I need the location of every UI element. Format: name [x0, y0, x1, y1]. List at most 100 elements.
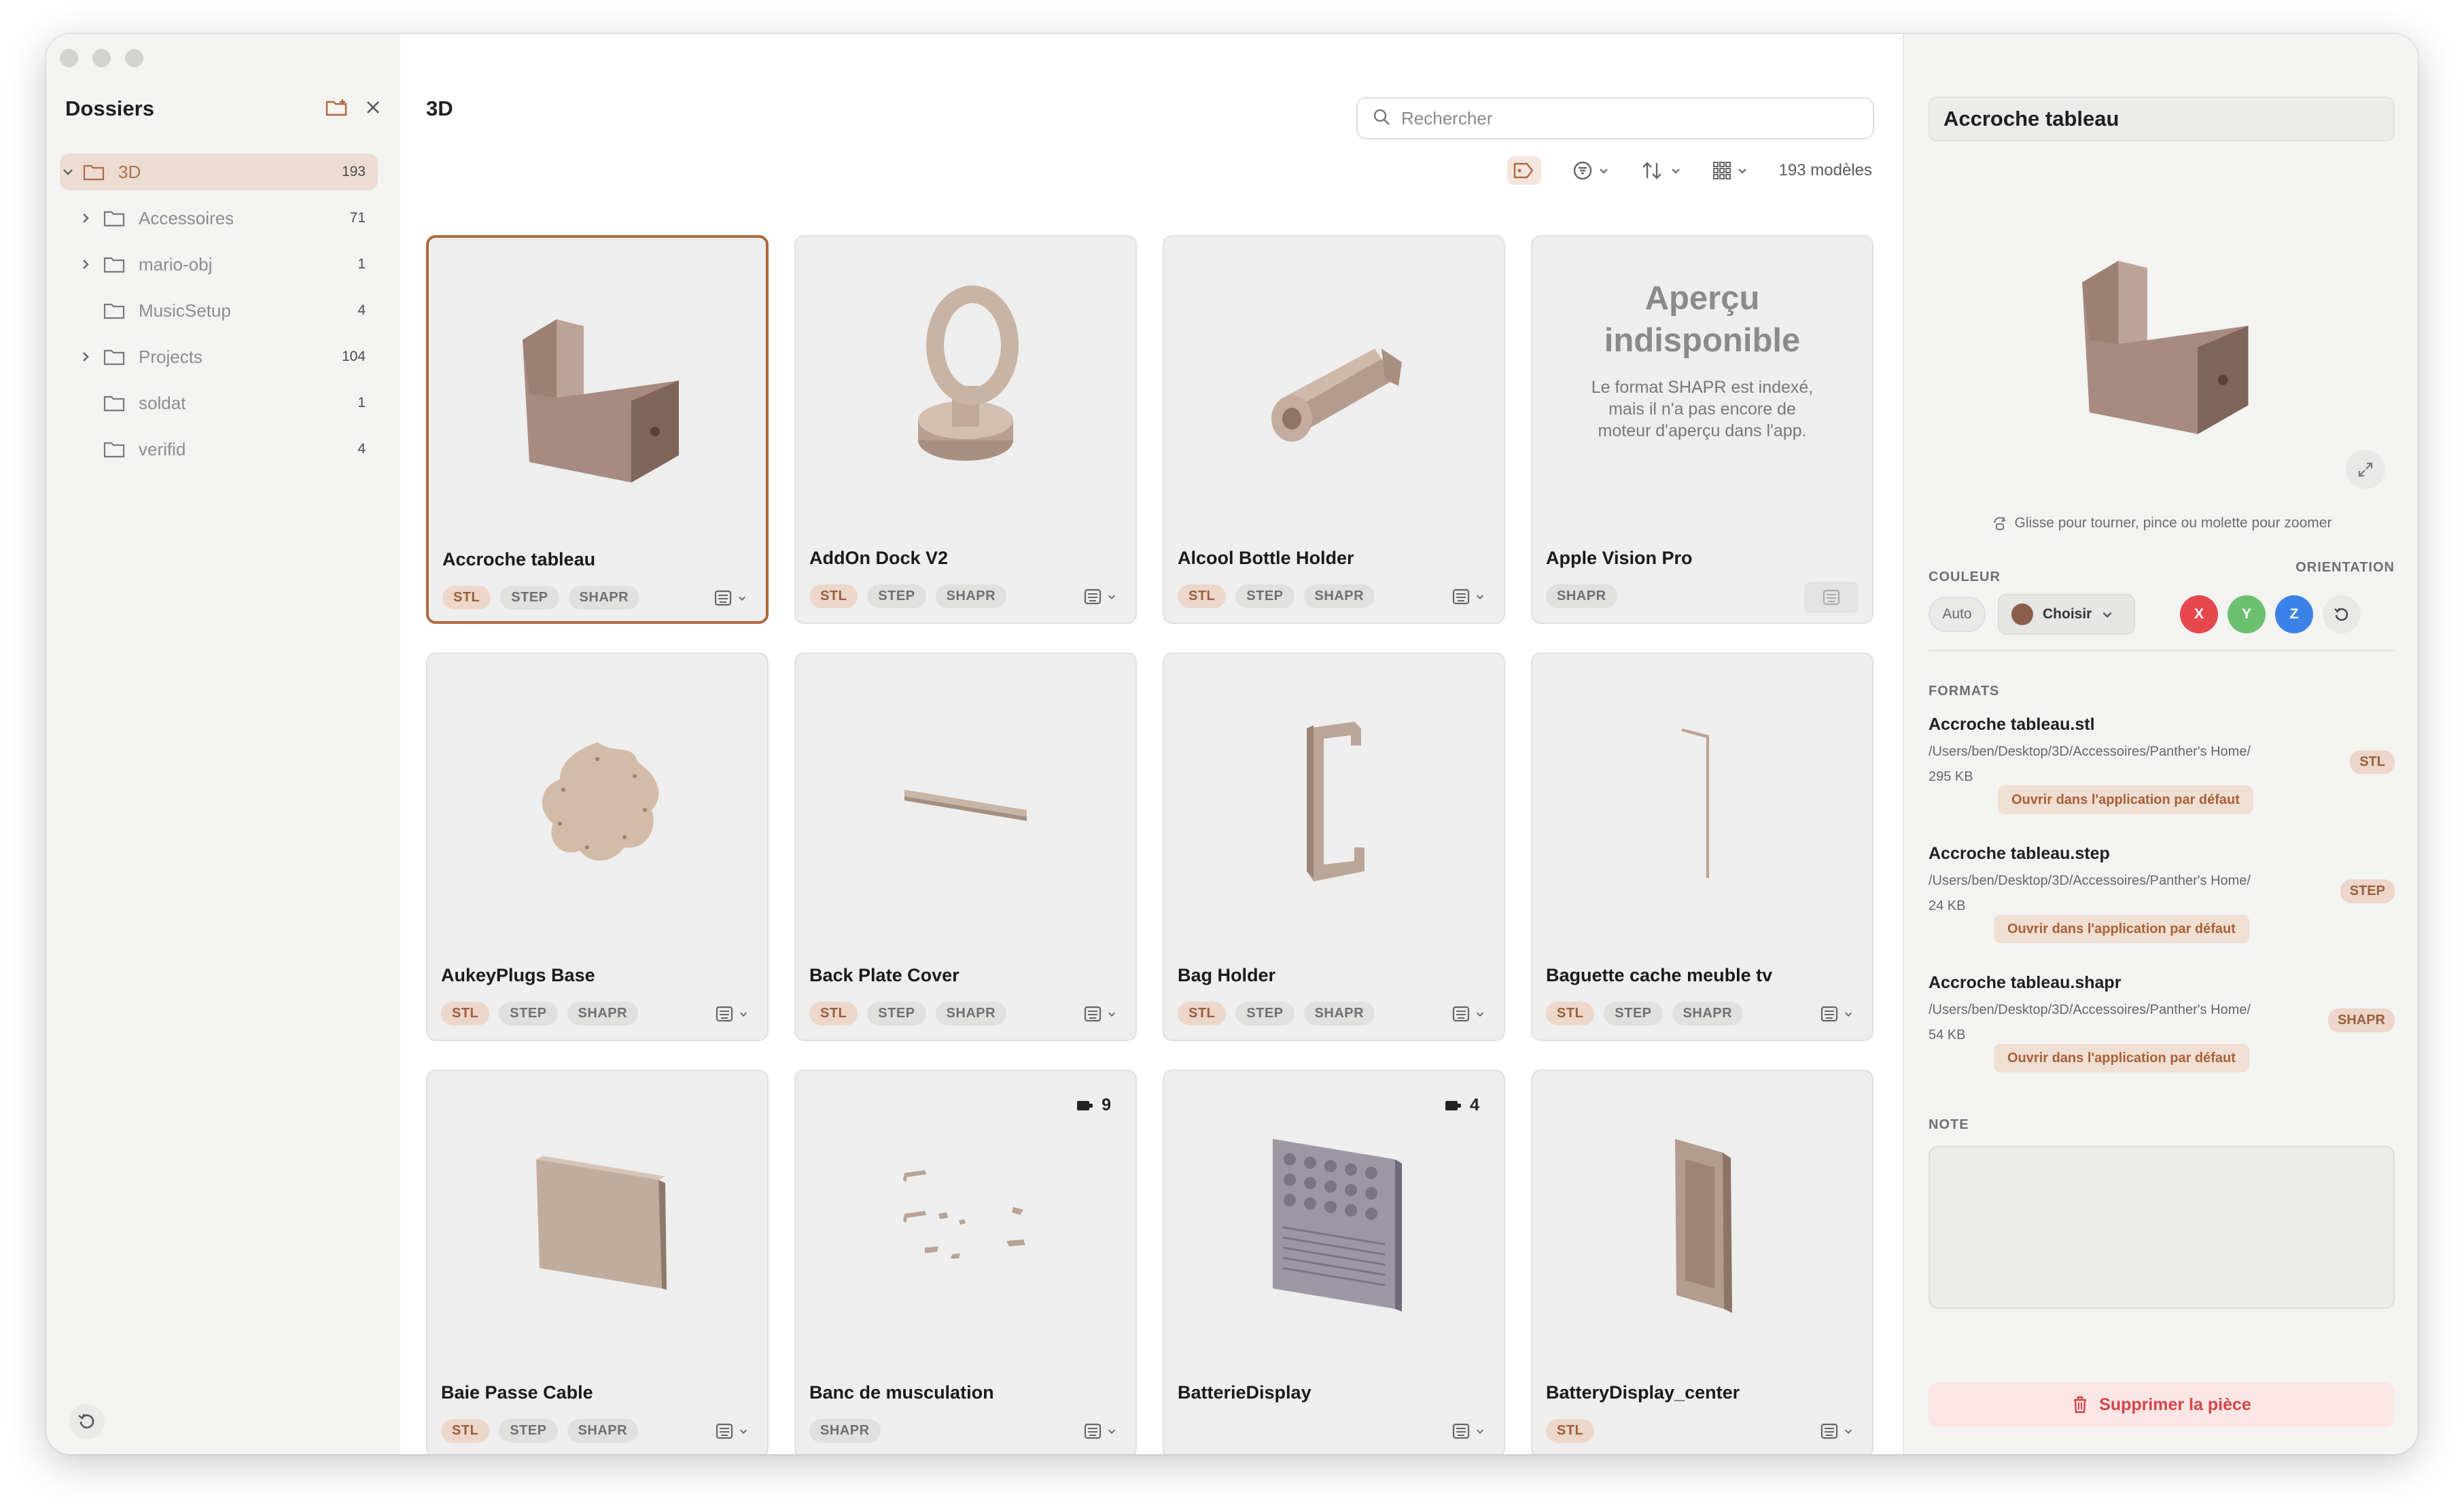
model-card[interactable]: Bag Holder STL STEP SHAPR: [1163, 652, 1505, 1041]
format-filename: Accroche tableau.stl: [1929, 715, 2095, 734]
delete-model-button[interactable]: Supprimer la pièce: [1929, 1382, 2395, 1427]
folder-icon: [103, 256, 125, 273]
chevron-right-icon[interactable]: [77, 256, 94, 273]
model-card[interactable]: BatteryDisplay_center STL: [1531, 1070, 1873, 1454]
view-mode-button[interactable]: [1712, 161, 1748, 180]
print-menu-button[interactable]: [1083, 587, 1116, 606]
model-card[interactable]: AddOn Dock V2 STL STEP SHAPR: [794, 235, 1137, 624]
folder-count: 4: [357, 441, 366, 457]
printer-icon: [716, 1006, 733, 1022]
model-name: AddOn Dock V2: [809, 548, 949, 568]
format-tag: SHAPR: [568, 586, 640, 610]
model-card[interactable]: 9 Banc de musculation SHAPR: [794, 1070, 1137, 1454]
format-tag: STL: [1546, 1002, 1595, 1025]
format-tag: STL: [809, 1002, 858, 1025]
model-card[interactable]: Baguette cache meuble tv STL STEP SHAPR: [1531, 652, 1873, 1041]
reset-orientation-button[interactable]: [2323, 595, 2361, 633]
sidebar-item-musicsetup[interactable]: MusicSetup 4: [60, 292, 378, 329]
print-menu-button[interactable]: [714, 1422, 748, 1441]
model-name: AukeyPlugs Base: [441, 965, 595, 985]
folder-count: 71: [349, 210, 366, 226]
grid-icon: [1712, 162, 1731, 179]
print-menu-button[interactable]: [1819, 1004, 1853, 1023]
search-field[interactable]: [1356, 97, 1874, 139]
chevron-down-icon: [1738, 169, 1746, 174]
new-folder-icon[interactable]: [325, 98, 349, 120]
model-card[interactable]: Alcool Bottle Holder STL STEP SHAPR: [1163, 235, 1505, 624]
format-size: 24 KB: [1929, 898, 1966, 913]
chevron-down-icon: [1599, 169, 1608, 174]
chevron-right-icon[interactable]: [77, 349, 94, 365]
sidebar-item-mario-obj[interactable]: mario-obj 1: [60, 246, 378, 283]
open-default-app-button[interactable]: Ouvrir dans l'application par défaut: [1994, 1044, 2249, 1072]
filter-menu-button[interactable]: [1572, 160, 1609, 181]
model-card[interactable]: Aperçu indisponible Le format SHAPR est …: [1531, 235, 1873, 624]
chevron-down-icon: [1108, 595, 1116, 599]
format-tags: STL STEP SHAPR: [1178, 1002, 1375, 1025]
format-tags: STL STEP SHAPR: [442, 586, 640, 610]
refresh-button[interactable]: [69, 1404, 105, 1439]
format-tag: SHAPR: [809, 1419, 881, 1443]
sidebar-item-3d[interactable]: 3D 193: [60, 154, 378, 190]
model-card[interactable]: AukeyPlugs Base STL STEP SHAPR: [426, 652, 769, 1041]
search-input[interactable]: [1400, 107, 1851, 130]
format-tag: SHAPR: [567, 1002, 639, 1025]
rotate-x-button[interactable]: X: [2180, 595, 2218, 633]
print-menu-button[interactable]: [1451, 1004, 1485, 1023]
refresh-icon: [78, 1414, 94, 1428]
sidebar-item-soldat[interactable]: soldat 1: [60, 385, 378, 421]
printer-icon: [1084, 1006, 1102, 1022]
zoom-window-button[interactable]: [125, 49, 143, 67]
rotate-y-button[interactable]: Y: [2228, 595, 2266, 633]
model-card[interactable]: Accroche tableau STL STEP SHAPR: [426, 235, 769, 624]
model-thumbnail: [1164, 654, 1504, 953]
chevron-down-icon: [1671, 169, 1680, 174]
sidebar-item-verifid[interactable]: verifid 4: [60, 431, 378, 468]
print-menu-button[interactable]: [1451, 1422, 1485, 1441]
sidebar-item-label: Accessoires: [139, 207, 234, 228]
chevron-down-icon: [1844, 1429, 1852, 1434]
print-menu-button[interactable]: [1819, 1422, 1853, 1441]
minimize-window-button[interactable]: [92, 49, 111, 67]
sidebar: Dossiers 3D 193 Accessoires 71 mario-obj…: [46, 34, 402, 1454]
print-menu-button[interactable]: [714, 1004, 748, 1023]
printer-icon: [1823, 589, 1840, 605]
open-default-app-button[interactable]: Ouvrir dans l'application par défaut: [1994, 915, 2249, 943]
folder-icon: [103, 394, 125, 412]
print-filter-button[interactable]: [1507, 156, 1541, 185]
chevron-down-icon[interactable]: [60, 164, 76, 180]
chevron-down-icon: [1844, 1012, 1852, 1017]
chevron-down-icon: [739, 1429, 747, 1434]
format-tags: STL STEP SHAPR: [1546, 1002, 1744, 1025]
model-card[interactable]: Back Plate Cover STL STEP SHAPR: [794, 652, 1137, 1041]
print-menu-button[interactable]: [1083, 1004, 1116, 1023]
auto-color-button[interactable]: Auto: [1929, 597, 1986, 632]
close-window-button[interactable]: [60, 49, 78, 67]
search-icon: [1373, 108, 1390, 129]
format-entry: Accroche tableau.shapr /Users/ben/Deskto…: [1929, 973, 2395, 1072]
sidebar-item-accessoires[interactable]: Accessoires 71: [60, 200, 378, 236]
format-size: 54 KB: [1929, 1028, 1966, 1042]
printer-icon: [1820, 1423, 1838, 1439]
rotate-z-button[interactable]: Z: [2275, 595, 2313, 633]
print-menu-button[interactable]: [1451, 587, 1485, 606]
format-tags: SHAPR: [1546, 584, 1617, 608]
format-tag: STL: [441, 1419, 490, 1443]
choose-color-button[interactable]: Choisir: [1998, 594, 2135, 635]
sort-menu-button[interactable]: [1640, 160, 1681, 181]
model-card[interactable]: 4 BatterieDisplay: [1163, 1070, 1505, 1454]
expand-preview-button[interactable]: [2346, 450, 2385, 489]
format-path: /Users/ben/Desktop/3D/Accessoires/Panthe…: [1929, 873, 2251, 888]
print-menu-button[interactable]: [1083, 1422, 1116, 1441]
model-name: Baie Passe Cable: [441, 1382, 593, 1403]
orientation-section-label: ORIENTATION: [2295, 560, 2395, 575]
sidebar-item-projects[interactable]: Projects 104: [60, 338, 378, 375]
close-icon[interactable]: [365, 99, 381, 119]
open-default-app-button[interactable]: Ouvrir dans l'application par défaut: [1998, 786, 2253, 814]
chevron-right-icon[interactable]: [77, 210, 94, 226]
model-preview[interactable]: [1929, 163, 2395, 503]
note-textarea[interactable]: [1929, 1146, 2395, 1309]
model-name-field[interactable]: Accroche tableau: [1929, 96, 2395, 141]
print-menu-button[interactable]: [713, 589, 747, 608]
model-card[interactable]: Baie Passe Cable STL STEP SHAPR: [426, 1070, 769, 1454]
